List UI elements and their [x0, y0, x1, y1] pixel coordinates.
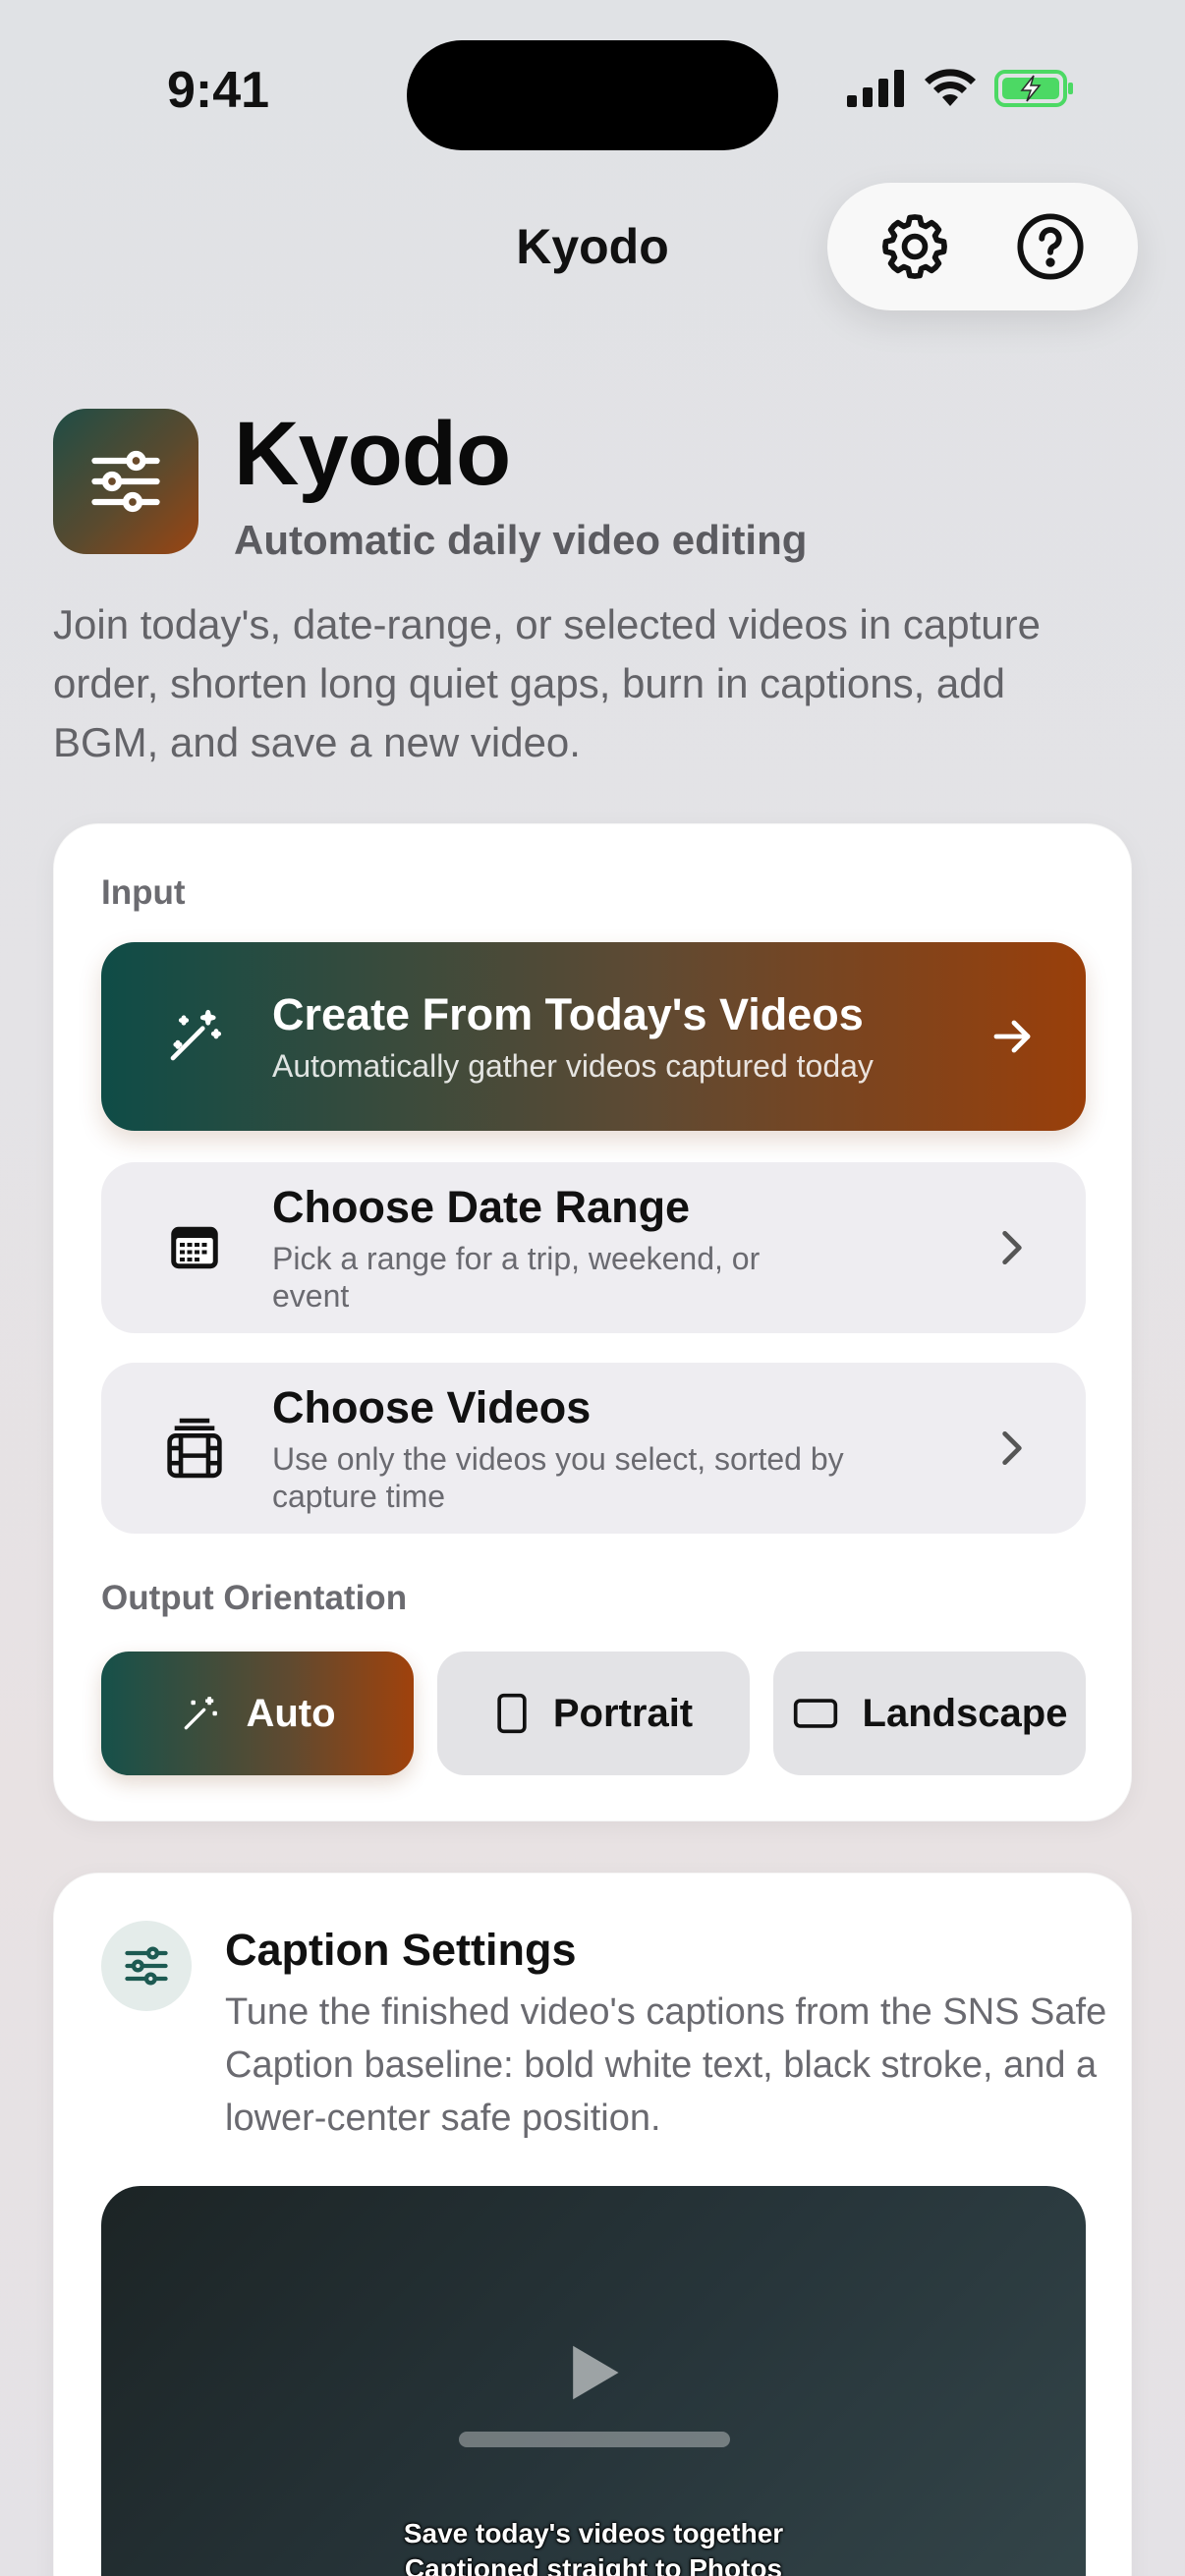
option-label: Portrait	[552, 1691, 694, 1735]
hero-title: Kyodo	[234, 404, 511, 504]
chevron-right-icon	[988, 1223, 1037, 1272]
preview-progress-bar	[459, 2432, 730, 2447]
input-section-label: Input	[101, 873, 186, 912]
caption-settings-description: Tune the finished video's captions from …	[225, 1991, 1107, 2139]
landscape-rectangle-icon	[793, 1699, 837, 1728]
settings-button[interactable]	[871, 202, 959, 291]
preview-caption-line-2: Captioned straight to Photos	[404, 2553, 783, 2576]
caption-preview[interactable]: Save today's videos together Captioned s…	[101, 2186, 1086, 2576]
orientation-landscape-option[interactable]: Landscape	[773, 1652, 1086, 1775]
row-title: Create From Today's Videos	[272, 989, 864, 1039]
status-icons	[847, 69, 1075, 108]
hero-description: Join today's, date-range, or selected vi…	[53, 601, 1041, 765]
sliders-icon	[91, 450, 160, 513]
gear-icon	[882, 214, 947, 279]
caption-settings-title: Caption Settings	[225, 1925, 577, 1975]
input-card: Input Create From Today's Videos Automat…	[53, 823, 1132, 1821]
play-icon	[573, 2345, 619, 2400]
option-label: Landscape	[862, 1691, 1068, 1735]
row-description: Automatically gather videos captured tod…	[272, 1048, 874, 1084]
calendar-icon	[160, 1213, 229, 1282]
wifi-icon	[925, 69, 976, 106]
hero-subtitle: Automatic daily video editing	[234, 517, 808, 563]
cellular-signal-icon	[847, 70, 904, 107]
row-description: Use only the videos you select, sorted b…	[272, 1441, 844, 1514]
question-mark-icon	[1017, 213, 1084, 280]
orientation-auto-option[interactable]: Auto	[101, 1652, 414, 1775]
caption-settings-card: Caption Settings Tune the finished video…	[53, 1873, 1132, 2576]
magic-wand-icon	[160, 1002, 229, 1071]
caption-settings-icon-badge	[101, 1921, 192, 2011]
choose-videos-button[interactable]: Choose Videos Use only the videos you se…	[101, 1363, 1086, 1534]
row-title: Choose Date Range	[272, 1182, 691, 1232]
dynamic-island	[407, 40, 778, 150]
arrow-right-icon	[988, 1012, 1037, 1061]
status-time: 9:41	[167, 62, 270, 119]
orientation-portrait-option[interactable]: Portrait	[437, 1652, 750, 1775]
magic-wand-icon	[185, 1697, 218, 1730]
chevron-right-icon	[988, 1424, 1037, 1473]
output-orientation-label: Output Orientation	[101, 1579, 408, 1617]
portrait-rectangle-icon	[497, 1693, 527, 1734]
film-stack-icon	[160, 1414, 229, 1483]
choose-date-range-button[interactable]: Choose Date Range Pick a range for a tri…	[101, 1162, 1086, 1333]
sliders-icon	[125, 1946, 168, 1986]
row-title: Choose Videos	[272, 1382, 592, 1432]
preview-caption-line-1: Save today's videos together	[403, 2518, 784, 2548]
create-from-today-button[interactable]: Create From Today's Videos Automatically…	[101, 942, 1086, 1131]
row-description: Pick a range for a trip, weekend, or eve…	[272, 1241, 761, 1314]
option-label: Auto	[246, 1691, 336, 1735]
battery-charging-icon	[994, 70, 1073, 107]
app-icon	[53, 409, 198, 554]
nav-actions	[827, 183, 1138, 310]
help-button[interactable]	[1006, 202, 1095, 291]
